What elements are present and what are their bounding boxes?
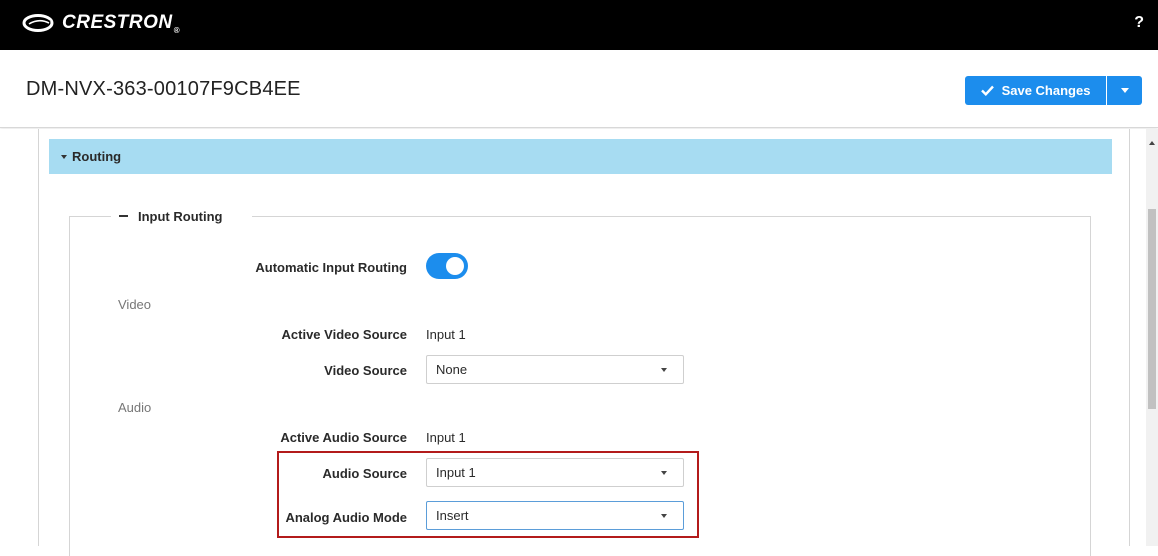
save-options-dropdown[interactable]	[1107, 76, 1142, 105]
input-routing-title: Input Routing	[138, 208, 223, 224]
save-changes-label: Save Changes	[1001, 83, 1091, 98]
vertical-scrollbar[interactable]	[1146, 129, 1158, 546]
video-source-value: None	[436, 362, 468, 377]
routing-section-header[interactable]: Routing	[49, 139, 1112, 174]
save-changes-button[interactable]: Save Changes	[965, 76, 1106, 105]
active-audio-source-label: Active Audio Source	[280, 430, 407, 445]
crestron-logo-icon	[22, 14, 54, 32]
save-button-group: Save Changes	[965, 76, 1142, 105]
highlight-annotation	[277, 451, 699, 538]
help-icon[interactable]: ?	[1134, 14, 1144, 32]
automatic-input-routing-label: Automatic Input Routing	[255, 260, 407, 275]
routing-section-title: Routing	[72, 149, 122, 164]
caret-down-icon	[61, 154, 67, 159]
active-audio-source-value: Input 1	[426, 430, 466, 445]
chevron-down-icon	[1120, 88, 1129, 93]
crestron-logo: CRESTRON®	[22, 11, 180, 35]
page-title: DM-NVX-363-00107F9CB4EE	[26, 78, 301, 100]
toggle-knob	[446, 257, 464, 275]
audio-heading: Audio	[118, 400, 152, 415]
active-video-source-label: Active Video Source	[281, 327, 407, 342]
page-header: DM-NVX-363-00107F9CB4EE Save Changes	[0, 50, 1158, 128]
top-bar: CRESTRON® ?	[0, 0, 1158, 50]
input-routing-toggle[interactable]: Input Routing	[111, 207, 253, 225]
divider	[38, 129, 39, 546]
minus-icon	[119, 215, 128, 217]
logo-text: CRESTRON®	[62, 12, 181, 35]
scrollbar-thumb[interactable]	[1148, 209, 1156, 409]
scroll-up-icon[interactable]	[1149, 141, 1155, 145]
content-area: Routing Input Routing Automatic Input Ro…	[0, 129, 1158, 556]
divider	[1129, 129, 1130, 546]
video-source-select[interactable]: None	[426, 355, 684, 384]
chevron-down-icon	[661, 368, 667, 372]
active-video-source-value: Input 1	[426, 327, 466, 342]
video-heading: Video	[118, 297, 152, 312]
automatic-input-routing-toggle[interactable]	[426, 253, 468, 279]
video-source-label: Video Source	[324, 363, 407, 378]
checkmark-icon	[980, 85, 994, 96]
